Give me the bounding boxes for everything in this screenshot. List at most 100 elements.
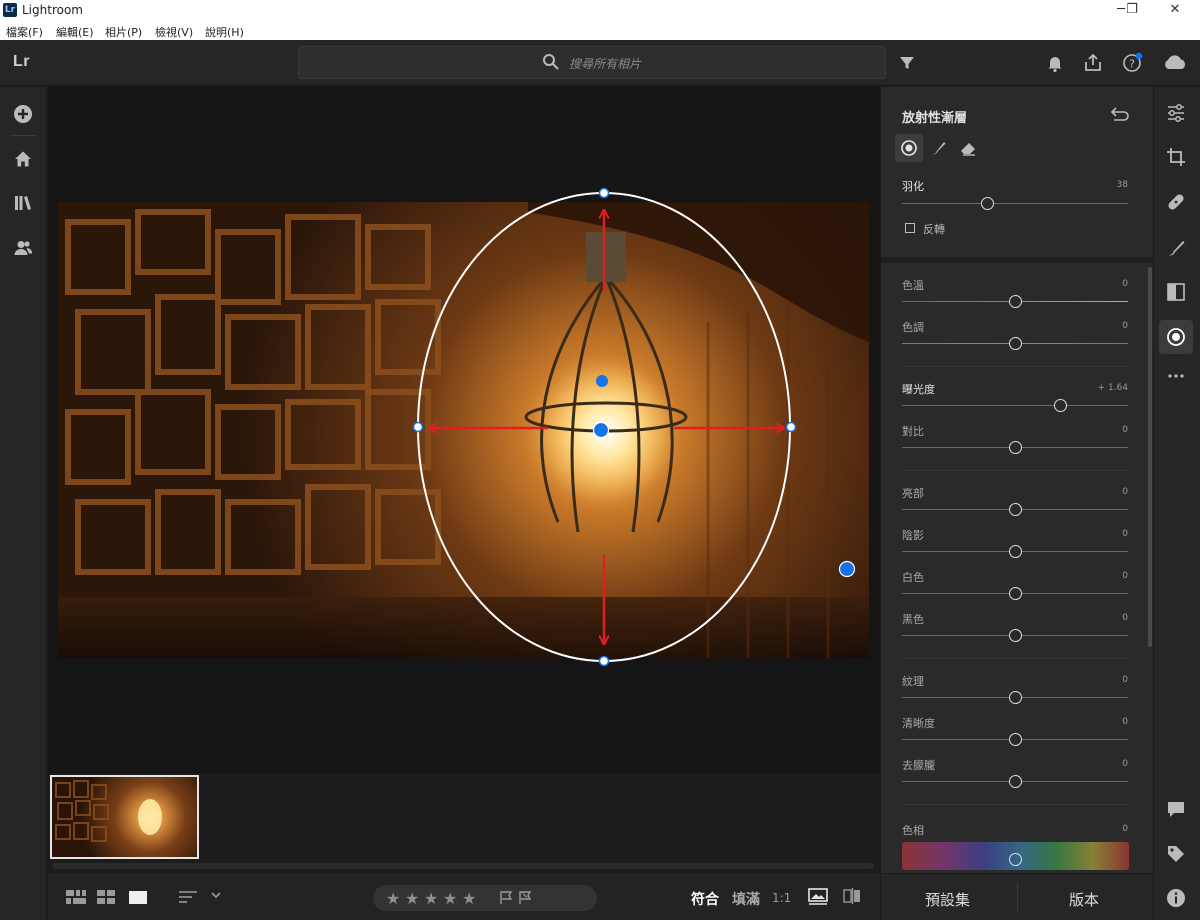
search-icon [543, 54, 559, 70]
tag-icon[interactable] [1164, 842, 1188, 866]
people-icon[interactable] [12, 237, 34, 259]
slider-value: 0 [1122, 613, 1128, 623]
slider-thumb[interactable] [1008, 733, 1022, 746]
group-separator [902, 470, 1130, 471]
star-1[interactable]: ★ [386, 889, 400, 908]
bottom-bar: ★ ★ ★ ★ ★ 符合 填滿 1:1 [48, 873, 880, 920]
bell-icon[interactable] [1043, 51, 1067, 75]
crop-icon[interactable] [1164, 145, 1188, 169]
hue-slider[interactable] [1009, 853, 1022, 866]
zoom-fill-button[interactable]: 填滿 [732, 889, 760, 909]
menu-edit[interactable]: 編輯(E) [56, 24, 94, 40]
star-5[interactable]: ★ [462, 889, 476, 908]
linear-gradient-icon[interactable] [1164, 280, 1188, 304]
star-3[interactable]: ★ [424, 889, 438, 908]
detail-view-icon[interactable] [129, 889, 147, 905]
center-pin[interactable] [592, 421, 610, 439]
thumbnail-image [52, 777, 197, 857]
panel-scrollbar[interactable] [1148, 267, 1152, 647]
edit-sliders-icon[interactable] [1164, 101, 1188, 125]
feather-track[interactable] [902, 203, 1128, 204]
star-4[interactable]: ★ [443, 889, 457, 908]
lr-brand: Lr [13, 53, 30, 70]
library-icon[interactable] [12, 192, 34, 214]
menu-file[interactable]: 檔案(F) [6, 24, 43, 40]
feather-label: 羽化 [902, 180, 924, 193]
sort-icon[interactable] [179, 889, 201, 905]
invert-checkbox[interactable] [905, 223, 915, 233]
radial-gradient-overlay[interactable] [48, 87, 880, 773]
add-photo-icon[interactable] [12, 103, 34, 125]
mask-pin[interactable] [838, 560, 856, 578]
slider-value: 0 [1122, 571, 1128, 581]
slider-thumb[interactable] [1008, 587, 1022, 600]
slider-thumb[interactable] [1008, 629, 1022, 642]
slider-thumb[interactable] [1008, 295, 1022, 308]
slider-thumb[interactable] [1053, 399, 1067, 412]
square-grid-icon[interactable] [97, 889, 115, 905]
filter-icon[interactable] [895, 51, 919, 75]
slider-label: 陰影 [902, 529, 924, 542]
new-gradient-tool[interactable] [895, 134, 923, 162]
filmstrip [48, 773, 880, 873]
menu-photo[interactable]: 相片(P) [105, 24, 142, 40]
handle-right[interactable] [785, 421, 797, 433]
brush-tool[interactable] [925, 134, 953, 162]
reset-icon[interactable] [1110, 106, 1130, 122]
menu-view[interactable]: 檢視(V) [155, 24, 193, 40]
share-icon[interactable] [1081, 51, 1105, 75]
search-input[interactable]: 搜尋所有相片 [298, 46, 886, 79]
flag-reject-icon[interactable] [518, 891, 532, 905]
group-separator [902, 658, 1130, 659]
photo-thumbnail[interactable] [50, 775, 199, 859]
section-divider [881, 257, 1154, 263]
slider-thumb[interactable] [1008, 691, 1022, 704]
rotation-pin[interactable] [596, 375, 608, 387]
close-button[interactable]: ✕ [1152, 0, 1198, 22]
home-icon[interactable] [12, 148, 34, 170]
compare-view-icon[interactable] [843, 887, 861, 905]
eraser-icon [961, 143, 975, 156]
show-original-icon[interactable] [808, 888, 828, 905]
slider-thumb[interactable] [1008, 545, 1022, 558]
photo-canvas[interactable] [48, 87, 880, 773]
filmstrip-scrollbar[interactable] [52, 863, 874, 869]
presets-button[interactable]: 預設集 [925, 889, 970, 910]
handle-bottom[interactable] [598, 655, 610, 667]
zoom-1to1-button[interactable]: 1:1 [772, 891, 791, 905]
chevron-down-icon[interactable] [210, 889, 222, 901]
info-icon[interactable] [1164, 886, 1188, 910]
rail-divider [10, 135, 36, 136]
slider-label: 去朦朧 [902, 759, 935, 772]
slider-thumb[interactable] [1008, 775, 1022, 788]
slider-thumb[interactable] [1008, 503, 1022, 516]
slider-thumb[interactable] [1008, 337, 1022, 350]
slider-label: 清晰度 [902, 717, 935, 730]
handle-left[interactable] [412, 421, 424, 433]
slider-thumb[interactable] [1008, 441, 1022, 454]
feather-slider[interactable] [981, 197, 995, 210]
more-icon[interactable] [1164, 364, 1188, 388]
slider-track[interactable] [902, 405, 1128, 406]
help-icon[interactable]: ? [1120, 51, 1144, 75]
hue-value: 0 [1122, 824, 1128, 834]
maximize-button[interactable]: ❐ [1109, 0, 1155, 22]
comment-icon[interactable] [1164, 797, 1188, 821]
top-toolbar: Lr 搜尋所有相片 ? [0, 40, 1200, 86]
healing-icon[interactable] [1164, 190, 1188, 214]
slider-label: 亮部 [902, 487, 924, 500]
brush-icon[interactable] [1164, 235, 1188, 259]
radial-gradient-icon[interactable] [1164, 325, 1188, 349]
eraser-tool[interactable] [954, 134, 982, 162]
flag-pick-icon[interactable] [499, 891, 513, 905]
star-2[interactable]: ★ [405, 889, 419, 908]
star-rating[interactable]: ★ ★ ★ ★ ★ [373, 885, 597, 911]
photo-grid-icon[interactable] [66, 889, 86, 905]
versions-button[interactable]: 版本 [1069, 889, 1099, 910]
handle-top[interactable] [598, 187, 610, 199]
menu-help[interactable]: 說明(H) [205, 24, 244, 40]
cloud-icon[interactable] [1162, 51, 1188, 75]
panel-footer: 預設集 版本 [881, 873, 1154, 920]
slider-label: 色溫 [902, 279, 924, 292]
zoom-fit-button[interactable]: 符合 [691, 889, 719, 909]
